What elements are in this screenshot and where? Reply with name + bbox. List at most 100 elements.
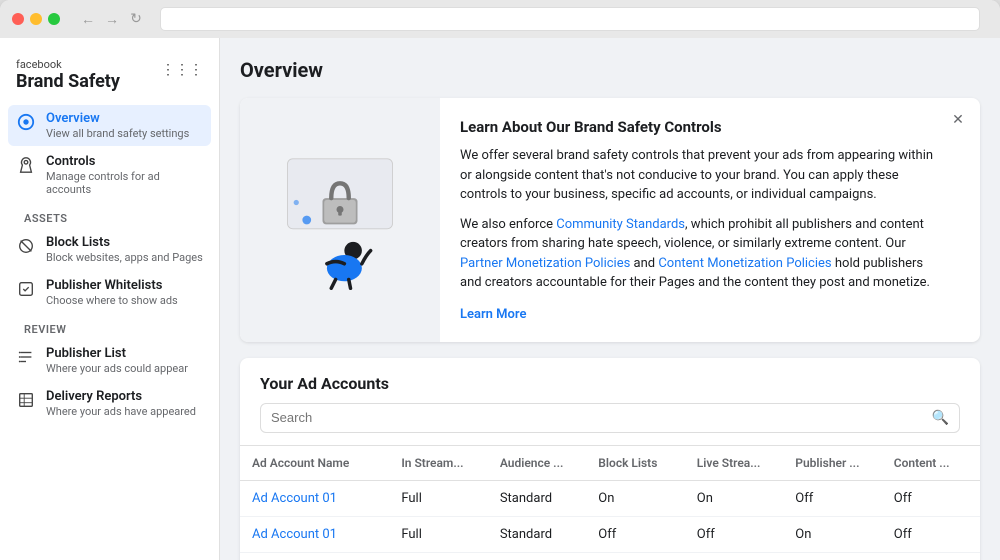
- table-row: Ad Account 01 Full Standard Off Off On O…: [240, 516, 980, 552]
- publisher-cell: On: [783, 516, 881, 552]
- overview-item-text: Overview View all brand safety settings: [46, 111, 203, 140]
- controls-sublabel: Manage controls for ad accounts: [46, 170, 203, 196]
- grid-icon[interactable]: ⋮⋮⋮: [161, 62, 203, 78]
- col-header-audience: Audience ...: [488, 446, 586, 481]
- publisher-whitelists-sublabel: Choose where to show ads: [46, 294, 203, 307]
- publisher-whitelists-text: Publisher Whitelists Choose where to sho…: [46, 278, 203, 307]
- info-card-paragraph1: We offer several brand safety controls t…: [460, 146, 940, 205]
- review-section-label: Review: [8, 315, 211, 340]
- search-input[interactable]: [271, 410, 924, 425]
- overview-sublabel: View all brand safety settings: [46, 127, 203, 140]
- delivery-reports-sublabel: Where your ads have appeared: [46, 405, 203, 418]
- facebook-wordmark: facebook: [16, 58, 120, 71]
- col-header-name: Ad Account Name: [240, 446, 389, 481]
- accounts-card-header: Your Ad Accounts 🔍: [240, 358, 980, 446]
- controls-icon: [16, 155, 36, 175]
- browser-titlebar: ← → ↻: [0, 0, 1000, 38]
- delivery-reports-icon: [16, 390, 36, 410]
- block-lists-label: Block Lists: [46, 235, 203, 250]
- publisher-cell: Off: [783, 480, 881, 516]
- page-title: Overview: [240, 58, 980, 82]
- brand-safety-illustration: [240, 98, 440, 342]
- delivery-reports-label: Delivery Reports: [46, 389, 203, 404]
- in-stream-cell: Full: [389, 516, 487, 552]
- info-card-paragraph2: We also enforce Community Standards, whi…: [460, 215, 940, 293]
- accounts-card-title: Your Ad Accounts: [260, 374, 960, 393]
- publisher-whitelists-icon: [16, 279, 36, 299]
- sidebar-item-publisher-whitelists[interactable]: Publisher Whitelists Choose where to sho…: [8, 272, 211, 313]
- sidebar-item-overview[interactable]: Overview View all brand safety settings: [8, 105, 211, 146]
- accounts-table-header: Ad Account Name In Stream... Audience ..…: [240, 446, 980, 481]
- live-stream-cell: Off: [685, 516, 783, 552]
- accounts-table-header-row: Ad Account Name In Stream... Audience ..…: [240, 446, 980, 481]
- fullscreen-window-button[interactable]: [48, 13, 60, 25]
- ad-accounts-card: Your Ad Accounts 🔍 Ad Account Name In St…: [240, 358, 980, 560]
- sidebar-item-controls[interactable]: Controls Manage controls for ad accounts: [8, 148, 211, 202]
- block-lists-text: Block Lists Block websites, apps and Pag…: [46, 235, 203, 264]
- publisher-list-sublabel: Where your ads could appear: [46, 362, 203, 375]
- learn-more-link[interactable]: Learn More: [460, 307, 526, 322]
- content-monetization-link[interactable]: Content Monetization Policies: [658, 256, 831, 271]
- in-stream-cell: Full: [389, 552, 487, 560]
- sidebar-item-block-lists[interactable]: Block Lists Block websites, apps and Pag…: [8, 229, 211, 270]
- table-row: Ad Account 01 Full Standard Off On On Of…: [240, 552, 980, 560]
- publisher-list-text: Publisher List Where your ads could appe…: [46, 346, 203, 375]
- info-card-title: Learn About Our Brand Safety Controls: [460, 118, 940, 136]
- controls-item-text: Controls Manage controls for ad accounts: [46, 154, 203, 196]
- browser-nav: ← → ↻: [80, 11, 144, 27]
- block-lists-cell: Off: [586, 516, 684, 552]
- live-stream-cell: On: [685, 480, 783, 516]
- sidebar-header: facebook Brand Safety ⋮⋮⋮: [0, 50, 219, 105]
- delivery-reports-text: Delivery Reports Where your ads have app…: [46, 389, 203, 418]
- content-cell: Off: [882, 552, 980, 560]
- audience-cell: Standard: [488, 480, 586, 516]
- sidebar-nav: Overview View all brand safety settings …: [0, 105, 219, 424]
- partner-monetization-link[interactable]: Partner Monetization Policies: [460, 256, 630, 271]
- browser-body: facebook Brand Safety ⋮⋮⋮: [0, 38, 1000, 560]
- address-bar[interactable]: [160, 7, 980, 31]
- block-lists-sublabel: Block websites, apps and Pages: [46, 251, 203, 264]
- search-icon: 🔍: [932, 410, 949, 426]
- col-header-content: Content ...: [882, 446, 980, 481]
- publisher-list-icon: [16, 347, 36, 367]
- assets-section-label: Assets: [8, 204, 211, 229]
- back-button[interactable]: ←: [80, 11, 96, 27]
- search-bar: 🔍: [260, 403, 960, 433]
- account-name-cell[interactable]: Ad Account 01: [240, 480, 389, 516]
- minimize-window-button[interactable]: [30, 13, 42, 25]
- account-name-cell[interactable]: Ad Account 01: [240, 516, 389, 552]
- publisher-cell: On: [783, 552, 881, 560]
- community-standards-link[interactable]: Community Standards: [556, 217, 685, 232]
- live-stream-cell: On: [685, 552, 783, 560]
- accounts-table-body: Ad Account 01 Full Standard On On Off Of…: [240, 480, 980, 560]
- info-card-content: Learn About Our Brand Safety Controls We…: [440, 98, 980, 342]
- block-lists-cell: Off: [586, 552, 684, 560]
- col-header-publisher: Publisher ...: [783, 446, 881, 481]
- accounts-table: Ad Account Name In Stream... Audience ..…: [240, 446, 980, 560]
- traffic-lights: [12, 13, 60, 25]
- overview-icon: [16, 112, 36, 132]
- audience-cell: Standard: [488, 552, 586, 560]
- audience-cell: Standard: [488, 516, 586, 552]
- close-window-button[interactable]: [12, 13, 24, 25]
- col-header-in-stream: In Stream...: [389, 446, 487, 481]
- publisher-whitelists-label: Publisher Whitelists: [46, 278, 203, 293]
- forward-button[interactable]: →: [104, 11, 120, 27]
- sidebar: facebook Brand Safety ⋮⋮⋮: [0, 38, 220, 560]
- col-header-live-stream: Live Strea...: [685, 446, 783, 481]
- in-stream-cell: Full: [389, 480, 487, 516]
- block-lists-cell: On: [586, 480, 684, 516]
- sidebar-item-publisher-list[interactable]: Publisher List Where your ads could appe…: [8, 340, 211, 381]
- block-lists-icon: [16, 236, 36, 256]
- info-card: Learn About Our Brand Safety Controls We…: [240, 98, 980, 342]
- info-card-close-button[interactable]: ✕: [948, 110, 968, 130]
- brand-safety-title: Brand Safety: [16, 71, 120, 93]
- content-cell: Off: [882, 516, 980, 552]
- account-name-cell[interactable]: Ad Account 01: [240, 552, 389, 560]
- sidebar-item-delivery-reports[interactable]: Delivery Reports Where your ads have app…: [8, 383, 211, 424]
- refresh-button[interactable]: ↻: [128, 11, 144, 27]
- col-header-block-lists: Block Lists: [586, 446, 684, 481]
- table-row: Ad Account 01 Full Standard On On Off Of…: [240, 480, 980, 516]
- overview-label: Overview: [46, 111, 203, 126]
- content-cell: Off: [882, 480, 980, 516]
